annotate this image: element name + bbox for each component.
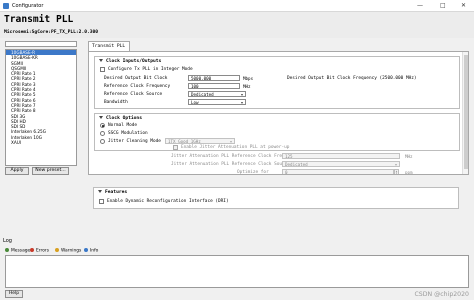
tab-transmit-pll[interactable]: Transmit PLL <box>88 41 130 51</box>
log-tab-label: Errors <box>36 248 49 254</box>
preset-list-item[interactable]: XAUI <box>6 140 76 145</box>
ref-freq-label: Reference Clock Frequency <box>104 84 171 89</box>
app-icon <box>3 3 9 9</box>
sscg-modulation-label: SSCG Modulation <box>108 131 148 136</box>
enable-jitter-label: Enable Jitter Attenuation PLL at power-u… <box>181 145 290 150</box>
collapse-triangle-icon <box>99 116 103 119</box>
optimize-label: Optimize for <box>237 170 269 175</box>
sscg-modulation-radio[interactable] <box>100 131 105 136</box>
preset-list[interactable]: 10GBASE-R 10GBASE-KR SGMII QSGMII CPRI Rate … <box>5 49 77 166</box>
configuration-area: Transmit PLL Clock Inputs/Outputs Config… <box>84 38 473 176</box>
features-group: Features Enable Dynamic Reconfiguration … <box>93 187 459 209</box>
bit-clock-frequency-text: Desired Output Bit Clock Frequency (2500… <box>287 76 417 81</box>
collapse-triangle-icon <box>98 190 102 193</box>
clock-options-title[interactable]: Clock Options <box>99 116 142 121</box>
jitter-mode-dropdown[interactable]: 1TX Good 1GHz <box>165 138 235 144</box>
tab-panel: Clock Inputs/Outputs Configure Tx PLL in… <box>88 51 469 175</box>
ref-source-label: Reference Clock Source <box>104 92 163 97</box>
integer-mode-label: Configure Tx PLL in Integer Mode <box>108 67 193 72</box>
ref-freq-input[interactable]: 100 <box>188 83 240 89</box>
maximize-button[interactable]: □ <box>440 2 446 9</box>
log-tab-warnings[interactable]: Warnings <box>55 248 81 255</box>
log-tab-label: Warnings <box>61 248 82 254</box>
log-tab-errors[interactable]: Errors <box>30 248 49 255</box>
log-panel: Log Messages Errors Warnings Info Help CSDN… <box>0 236 474 300</box>
enable-jitter-checkbox[interactable] <box>173 145 178 150</box>
jitter-cleaning-radio[interactable] <box>100 139 105 144</box>
presets-panel: 10GBASE-R 10GBASE-KR SGMII QSGMII CPRI Rate … <box>0 38 82 176</box>
help-button[interactable]: Help <box>5 290 23 298</box>
warnings-icon <box>55 248 59 252</box>
new-preset-button[interactable]: New preset... <box>32 167 69 175</box>
bit-clock-input[interactable]: 5000.000 <box>188 75 240 81</box>
jitter-source-label: Jitter Attenuation PLL Reference Clock S… <box>171 162 290 167</box>
log-tab-label: Info <box>90 248 99 254</box>
jitter-freq-label: Jitter Attenuation PLL Reference Clock F… <box>171 154 298 159</box>
jitter-freq-input[interactable]: 125 <box>282 153 400 159</box>
jitter-freq-unit: MHz <box>405 154 413 159</box>
optimize-input[interactable]: 0 <box>282 169 394 174</box>
scrollbar-thumb[interactable] <box>464 55 468 169</box>
errors-icon <box>30 248 34 252</box>
jitter-cleaning-label: Jitter Cleaning Mode <box>108 139 161 144</box>
normal-mode-radio[interactable] <box>100 123 105 128</box>
core-header: Transmit PLL Microsemi:SgCore:PF_TX_PLL:… <box>0 12 474 38</box>
integer-mode-checkbox[interactable] <box>100 67 105 72</box>
minimize-button[interactable]: — <box>417 2 423 9</box>
watermark: CSDN @chip2020 <box>414 291 469 298</box>
log-output[interactable] <box>5 255 469 288</box>
apply-button[interactable]: Apply <box>5 167 29 175</box>
title-bar: Configurator — □ ✕ <box>0 0 474 12</box>
optimize-spinner[interactable]: ▴ ▾ <box>394 169 399 174</box>
dri-checkbox[interactable] <box>99 199 104 204</box>
dri-label: Enable Dynamic Reconfiguration Interface… <box>107 199 229 204</box>
bit-clock-label: Desired Output Bit Clock <box>104 76 168 81</box>
close-button[interactable]: ✕ <box>461 2 466 9</box>
jitter-source-dropdown[interactable]: Dedicated <box>282 161 400 167</box>
features-title[interactable]: Features <box>98 190 127 195</box>
collapse-triangle-icon <box>99 59 103 62</box>
panel-scrollbar[interactable] <box>462 52 468 174</box>
window-title: Configurator <box>12 3 44 9</box>
info-icon <box>84 248 88 252</box>
page-title: Transmit PLL <box>4 14 74 25</box>
ref-source-dropdown[interactable]: Dedicated <box>188 91 246 97</box>
optimize-unit: ppm <box>405 170 413 175</box>
core-vlnv: Microsemi:SgCore:PF_TX_PLL:2.0.300 <box>4 30 99 35</box>
preset-filter-input[interactable] <box>5 41 77 47</box>
normal-mode-label: Normal Mode <box>108 123 138 128</box>
bandwidth-dropdown[interactable]: Low <box>188 99 246 105</box>
bandwidth-label: Bandwidth <box>104 100 128 105</box>
log-tab-messages[interactable]: Messages <box>5 248 33 255</box>
bit-clock-unit: Mbps <box>243 76 254 81</box>
clock-inputs-group: Clock Inputs/Outputs Configure Tx PLL in… <box>94 56 460 109</box>
log-label: Log <box>3 238 12 244</box>
ref-freq-unit: MHz <box>243 84 251 89</box>
clock-inputs-title[interactable]: Clock Inputs/Outputs <box>99 59 161 64</box>
clock-options-group: Clock Options Normal Mode SSCG Modulatio… <box>94 113 460 151</box>
log-tab-info[interactable]: Info <box>84 248 98 255</box>
messages-icon <box>5 248 9 252</box>
